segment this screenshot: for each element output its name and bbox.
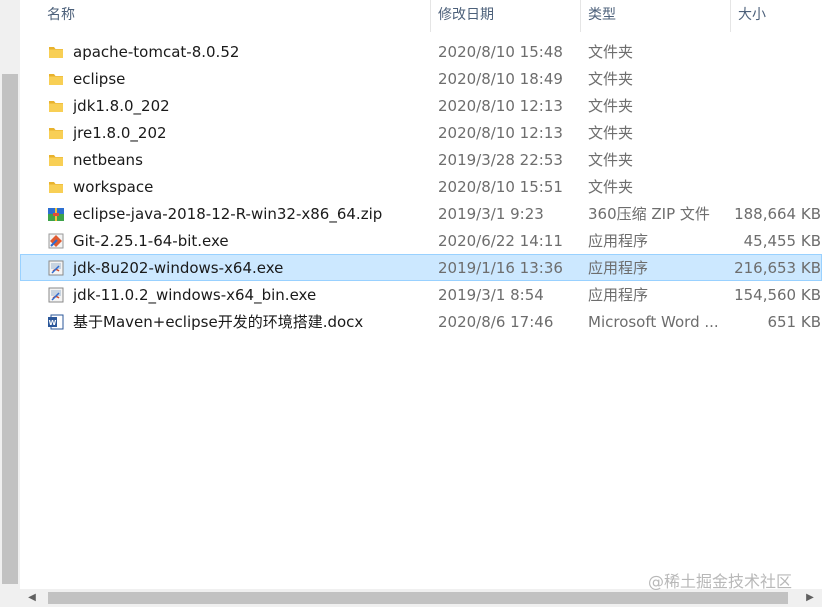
file-modified-date: 2020/8/10 18:49 — [438, 70, 563, 88]
java-installer-icon — [47, 286, 65, 304]
file-size — [731, 93, 821, 118]
file-name: jre1.8.0_202 — [73, 124, 167, 142]
file-row[interactable]: workspace 2020/8/10 15:51 文件夹 — [20, 173, 822, 200]
column-header: ⌃ 名称 修改日期 类型 大小 — [20, 0, 822, 32]
file-row[interactable]: eclipse-java-2018-12-R-win32-x86_64.zip 2… — [20, 200, 822, 227]
file-type: 文件夹 — [588, 70, 634, 88]
file-type: 应用程序 — [588, 286, 649, 304]
file-name: workspace — [73, 178, 154, 196]
file-row[interactable]: jdk-11.0.2_windows-x64_bin.exe 2019/3/1 8… — [20, 281, 822, 308]
folder-icon — [47, 43, 65, 61]
file-type: 应用程序 — [588, 232, 649, 250]
file-row[interactable]: jdk1.8.0_202 2020/8/10 12:13 文件夹 — [20, 92, 822, 119]
file-type: Microsoft Word ... — [588, 313, 719, 331]
folder-icon — [47, 124, 65, 142]
folder-icon — [47, 151, 65, 169]
file-modified-date: 2020/8/10 15:51 — [438, 178, 563, 196]
file-name: netbeans — [73, 151, 143, 169]
scroll-right-arrow-icon[interactable]: ▶ — [802, 589, 818, 607]
file-type: 文件夹 — [588, 97, 634, 115]
java-installer-icon — [47, 259, 65, 277]
file-row[interactable]: jdk-8u202-windows-x64.exe 2019/1/16 13:36… — [20, 254, 822, 281]
file-row[interactable]: W 基于Maven+eclipse开发的环境搭建.docx 2020/8/6 17:… — [20, 308, 822, 335]
git-installer-icon — [47, 232, 65, 250]
file-modified-date: 2020/6/22 14:11 — [438, 232, 563, 250]
file-size: 154,560 KB — [734, 286, 821, 304]
file-modified-date: 2020/8/10 15:48 — [438, 43, 563, 61]
file-row[interactable]: eclipse 2020/8/10 18:49 文件夹 — [20, 65, 822, 92]
scroll-left-arrow-icon[interactable]: ◀ — [24, 589, 40, 607]
file-type: 应用程序 — [588, 259, 649, 277]
file-type: 文件夹 — [588, 124, 634, 142]
column-header-type[interactable]: 类型 — [581, 0, 731, 32]
file-modified-date: 2020/8/6 17:46 — [438, 313, 554, 331]
file-size — [731, 39, 821, 64]
vertical-scrollbar[interactable] — [0, 0, 20, 589]
file-type: 360压缩 ZIP 文件 — [588, 205, 710, 223]
file-modified-date: 2019/3/1 9:23 — [438, 205, 544, 223]
zip-archive-icon — [47, 205, 65, 223]
file-size: 216,653 KB — [734, 259, 821, 277]
file-modified-date: 2019/3/1 8:54 — [438, 286, 544, 304]
horizontal-scrollbar-thumb[interactable] — [48, 592, 788, 604]
file-name: apache-tomcat-8.0.52 — [73, 43, 240, 61]
watermark: @稀土掘金技术社区 — [648, 572, 793, 591]
word-document-icon: W — [47, 313, 65, 331]
file-name: jdk-8u202-windows-x64.exe — [73, 259, 284, 277]
svg-text:W: W — [49, 319, 57, 327]
file-name: 基于Maven+eclipse开发的环境搭建.docx — [73, 313, 364, 331]
file-size: 651 KB — [767, 313, 821, 331]
file-name: jdk-11.0.2_windows-x64_bin.exe — [73, 286, 317, 304]
column-header-name[interactable]: 名称 — [40, 0, 430, 32]
file-name: eclipse-java-2018-12-R-win32-x86_64.zip — [73, 205, 383, 223]
file-row[interactable]: Git-2.25.1-64-bit.exe 2020/6/22 14:11 应用程序… — [20, 227, 822, 254]
file-size — [731, 66, 821, 91]
scrollbar-corner — [0, 589, 20, 607]
folder-icon — [47, 70, 65, 88]
file-size: 45,455 KB — [743, 232, 821, 250]
file-name: eclipse — [73, 70, 126, 88]
file-name: jdk1.8.0_202 — [73, 97, 170, 115]
file-row[interactable]: jre1.8.0_202 2020/8/10 12:13 文件夹 — [20, 119, 822, 146]
column-header-size[interactable]: 大小 — [731, 0, 822, 32]
file-type: 文件夹 — [588, 43, 634, 61]
file-type: 文件夹 — [588, 178, 634, 196]
vertical-scrollbar-thumb[interactable] — [2, 74, 18, 584]
file-name: Git-2.25.1-64-bit.exe — [73, 232, 229, 250]
folder-icon — [47, 97, 65, 115]
file-size: 188,664 KB — [734, 205, 821, 223]
file-modified-date: 2019/1/16 13:36 — [438, 259, 563, 277]
file-row[interactable]: netbeans 2019/3/28 22:53 文件夹 — [20, 146, 822, 173]
folder-icon — [47, 178, 65, 196]
file-modified-date: 2020/8/10 12:13 — [438, 97, 563, 115]
file-size — [731, 174, 821, 199]
file-list: apache-tomcat-8.0.52 2020/8/10 15:48 文件夹 ec… — [20, 38, 822, 335]
file-size — [731, 120, 821, 145]
column-header-date[interactable]: 修改日期 — [431, 0, 581, 32]
file-size — [731, 147, 821, 172]
file-row[interactable]: apache-tomcat-8.0.52 2020/8/10 15:48 文件夹 — [20, 38, 822, 65]
file-modified-date: 2020/8/10 12:13 — [438, 124, 563, 142]
file-modified-date: 2019/3/28 22:53 — [438, 151, 563, 169]
file-explorer-window: ⌃ 名称 修改日期 类型 大小 apache-tomcat-8.0.52 2020… — [0, 0, 822, 607]
file-type: 文件夹 — [588, 151, 634, 169]
